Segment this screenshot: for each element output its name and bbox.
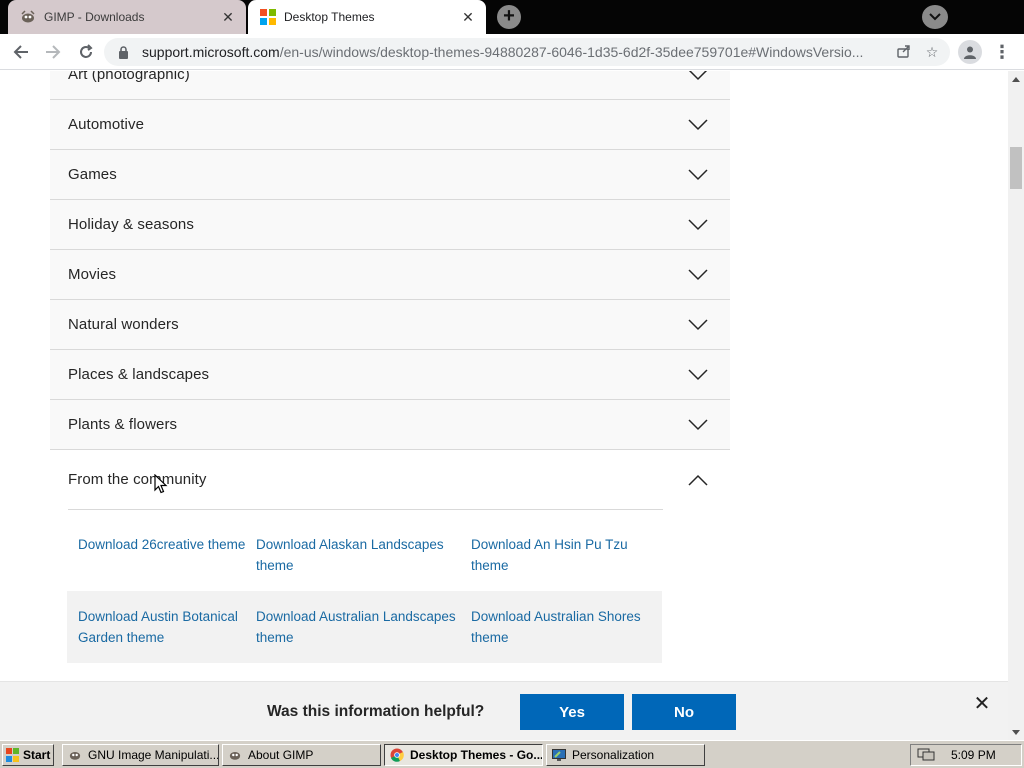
- accordion-item-automotive[interactable]: Automotive: [50, 100, 730, 150]
- url-host: support.microsoft.com: [142, 44, 280, 60]
- theme-download-link[interactable]: Download An Hsin Pu Tzu theme: [471, 534, 651, 576]
- feedback-question: Was this information helpful?: [267, 703, 485, 720]
- address-bar[interactable]: support.microsoft.com /en-us/windows/des…: [104, 38, 950, 66]
- windows-logo-icon: [6, 748, 20, 762]
- taskbar-window-gimp-main[interactable]: GNU Image Manipulati...: [62, 744, 219, 766]
- chevron-up-icon: [688, 474, 708, 486]
- tab-search-button[interactable]: [922, 5, 948, 29]
- taskbar-window-about-gimp[interactable]: About GIMP: [222, 744, 381, 766]
- tab-title: Desktop Themes: [284, 10, 375, 24]
- back-button[interactable]: [9, 41, 33, 63]
- system-tray: 5:09 PM: [910, 744, 1022, 766]
- close-icon[interactable]: ✕: [972, 694, 992, 714]
- chevron-down-icon: [688, 218, 708, 230]
- theme-download-link[interactable]: Download Austin Botanical Garden theme: [78, 606, 256, 648]
- theme-categories-accordion: Art (photographic) Automotive Games Holi…: [50, 71, 730, 510]
- reload-button[interactable]: [74, 41, 98, 63]
- taskbar-window-desktop-themes[interactable]: Desktop Themes - Go...: [384, 744, 543, 766]
- accordion-item-holiday-seasons[interactable]: Holiday & seasons: [50, 200, 730, 250]
- taskbar-window-label: About GIMP: [248, 748, 314, 762]
- feedback-yes-button[interactable]: Yes: [520, 694, 624, 730]
- scrollbar-thumb[interactable]: [1010, 147, 1022, 189]
- tab-strip: GIMP - Downloads ✕ Desktop Themes ✕ +: [0, 0, 1024, 34]
- accordion-item-movies[interactable]: Movies: [50, 250, 730, 300]
- accordion-label: Automotive: [68, 116, 145, 133]
- community-themes-grid: Download 26creative theme Download Alask…: [67, 519, 662, 663]
- chevron-down-icon: [688, 268, 708, 280]
- forward-button[interactable]: [41, 41, 65, 63]
- taskbar-window-personalization[interactable]: Personalization: [546, 744, 705, 766]
- taskbar-window-label: GNU Image Manipulati...: [88, 748, 219, 762]
- theme-row: Download 26creative theme Download Alask…: [67, 519, 662, 591]
- arrow-right-icon: [46, 45, 61, 59]
- bookmark-star-icon[interactable]: ☆: [922, 44, 942, 61]
- accordion-label: From the community: [68, 471, 207, 488]
- lock-icon: [118, 45, 132, 59]
- gimp-icon: [67, 747, 83, 763]
- accordion-label: Movies: [68, 266, 117, 283]
- theme-download-link[interactable]: Download Australian Landscapes theme: [256, 606, 471, 648]
- network-icon[interactable]: [917, 748, 935, 762]
- accordion-item-games[interactable]: Games: [50, 150, 730, 200]
- reload-icon: [80, 44, 93, 58]
- start-button[interactable]: Start: [2, 744, 54, 766]
- mouse-cursor-icon: [154, 474, 168, 494]
- tab-gimp-downloads[interactable]: GIMP - Downloads ✕: [8, 0, 246, 34]
- new-tab-button[interactable]: +: [497, 5, 521, 29]
- chevron-down-icon: [688, 318, 708, 330]
- theme-download-link[interactable]: Download Alaskan Landscapes theme: [256, 534, 471, 576]
- page-scrollbar[interactable]: [1008, 71, 1024, 740]
- accordion-label: Natural wonders: [68, 316, 179, 333]
- chevron-down-icon: [688, 368, 708, 380]
- tab-title: GIMP - Downloads: [44, 10, 145, 24]
- taskbar-window-label: Desktop Themes - Go...: [410, 748, 543, 762]
- arrow-left-icon: [13, 45, 28, 59]
- windows-taskbar: Start GNU Image Manipulati... About GIMP…: [0, 740, 1024, 768]
- theme-download-link[interactable]: Download 26creative theme: [78, 534, 256, 576]
- accordion-label: Places & landscapes: [68, 366, 210, 383]
- browser-toolbar: support.microsoft.com /en-us/windows/des…: [0, 34, 1024, 70]
- chevron-down-icon: [689, 71, 707, 80]
- gimp-icon: [20, 9, 36, 25]
- page-viewport: Art (photographic) Automotive Games Holi…: [0, 71, 1008, 740]
- scroll-down-icon[interactable]: [1008, 724, 1024, 740]
- taskbar-clock[interactable]: 5:09 PM: [951, 748, 996, 762]
- close-tab-icon[interactable]: ✕: [218, 7, 238, 27]
- accordion-item-places-landscapes[interactable]: Places & landscapes: [50, 350, 730, 400]
- chrome-icon: [389, 747, 405, 763]
- accordion-label: Games: [68, 166, 117, 183]
- gimp-icon: [227, 747, 243, 763]
- chevron-down-icon: [929, 13, 941, 21]
- accordion-item-plants-flowers[interactable]: Plants & flowers: [50, 400, 730, 450]
- taskbar-window-label: Personalization: [572, 748, 655, 762]
- chevron-down-icon: [688, 118, 708, 130]
- tab-desktop-themes[interactable]: Desktop Themes ✕: [248, 0, 486, 34]
- accordion-label: Plants & flowers: [68, 416, 178, 433]
- feedback-bar: Was this information helpful? Yes No ✕: [0, 681, 1008, 740]
- theme-download-link[interactable]: Download Australian Shores theme: [471, 606, 651, 648]
- chevron-down-icon: [688, 418, 708, 430]
- start-label: Start: [23, 748, 51, 762]
- accordion-item-art-photographic[interactable]: Art (photographic): [50, 71, 730, 100]
- scroll-up-icon[interactable]: [1008, 71, 1024, 87]
- chevron-down-icon: [688, 168, 708, 180]
- accordion-item-from-the-community[interactable]: From the community: [50, 450, 730, 509]
- microsoft-logo-icon: [260, 9, 276, 25]
- feedback-no-button[interactable]: No: [632, 694, 736, 730]
- browser-menu-icon[interactable]: ⋮: [992, 42, 1012, 62]
- accordion-label: Holiday & seasons: [68, 216, 194, 233]
- close-tab-icon[interactable]: ✕: [458, 7, 478, 27]
- url-path: /en-us/windows/desktop-themes-94880287-6…: [279, 44, 864, 60]
- accordion-label: Art (photographic): [68, 71, 190, 83]
- accordion-item-natural-wonders[interactable]: Natural wonders: [50, 300, 730, 350]
- share-icon[interactable]: [894, 44, 914, 61]
- divider: [68, 509, 663, 510]
- theme-row: Download Austin Botanical Garden theme D…: [67, 591, 662, 663]
- profile-avatar-icon[interactable]: [958, 40, 982, 64]
- personalization-icon: [551, 747, 567, 763]
